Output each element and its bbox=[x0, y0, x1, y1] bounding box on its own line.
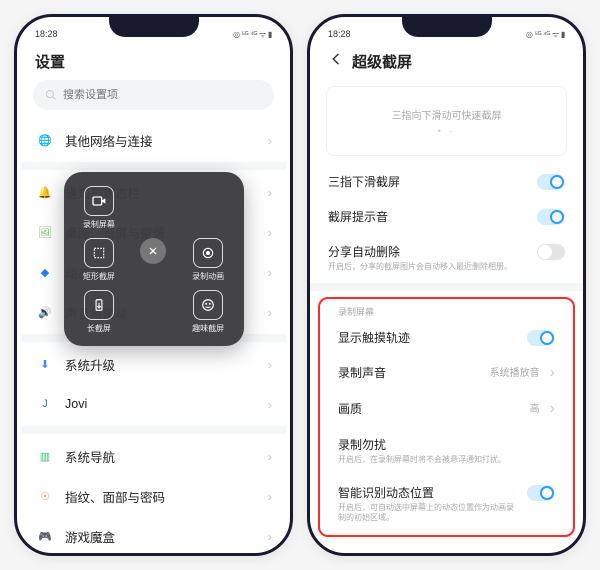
row-label: 三指下滑截屏 bbox=[328, 173, 529, 190]
toggle[interactable] bbox=[527, 485, 555, 501]
row-icon: ◆ bbox=[35, 262, 55, 282]
page-dots: • · bbox=[438, 126, 456, 136]
page-title: 超级截屏 bbox=[352, 51, 412, 72]
row-label: 分享自动删除 bbox=[328, 243, 529, 260]
row-value: 高 bbox=[530, 400, 540, 415]
chevron-right-icon: › bbox=[550, 364, 555, 382]
section-gap bbox=[310, 283, 583, 291]
settings-row-6[interactable]: J Jovi › bbox=[21, 384, 286, 424]
row-icon: 🎮 bbox=[35, 526, 55, 546]
chevron-right-icon: › bbox=[268, 305, 272, 320]
row-icon: 🌐 bbox=[35, 130, 55, 150]
search-input[interactable] bbox=[63, 89, 262, 101]
popup-rect-crop[interactable]: 矩形截屏 bbox=[74, 238, 125, 282]
row-smart_pos[interactable]: 智能识别动态位置开启后，可自动选中屏幕上的动态位置作为动画录制的初始区域。 bbox=[320, 475, 573, 533]
row-label: 录制勿扰 bbox=[338, 436, 555, 453]
group-record: 显示触摸轨迹录制声音系统播放音 › 画质高 › 录制勿扰开启后，在录制屏幕时将不会被悬浮… bbox=[320, 320, 573, 532]
popup-fun-shot[interactable]: 趣味截屏 bbox=[183, 290, 234, 334]
row-value: 系统播放音 bbox=[490, 364, 540, 379]
settings-row-7[interactable]: ▥ 系统导航 › bbox=[21, 436, 286, 476]
row-icon: J bbox=[35, 394, 55, 414]
row-touch_track[interactable]: 显示触摸轨迹 bbox=[320, 320, 573, 355]
notch bbox=[402, 17, 492, 37]
chevron-right-icon: › bbox=[268, 265, 272, 280]
row-icon: ⬇ bbox=[35, 354, 55, 374]
chevron-right-icon: › bbox=[268, 185, 272, 200]
chevron-right-icon: › bbox=[268, 357, 272, 372]
row-sound[interactable]: 截屏提示音 bbox=[310, 199, 583, 234]
row-label: 画质 bbox=[338, 400, 522, 417]
chevron-right-icon: › bbox=[268, 397, 272, 412]
row-desc: 开启后，在录制屏幕时将不会被悬浮通知打扰。 bbox=[338, 455, 555, 465]
search-icon bbox=[45, 89, 57, 101]
section-title: 录制屏幕 bbox=[320, 299, 573, 320]
settings-row-9[interactable]: 🎮 游戏魔盒 › bbox=[21, 516, 286, 553]
gesture-hint-card: 三指向下滑动可快速截屏 • · bbox=[326, 86, 567, 156]
toggle[interactable] bbox=[537, 244, 565, 260]
row-label: 录制声音 bbox=[338, 364, 482, 381]
popup-long-shot[interactable]: 长截屏 bbox=[74, 290, 125, 334]
chevron-right-icon: › bbox=[268, 225, 272, 240]
phone-left: 18:28 ◎ ⁵ᴳ ⁴ᴳ ᯤ ▮ 设置 🌐 其他网络与连接 ›🔔 通知与状态栏… bbox=[14, 14, 293, 556]
chevron-right-icon: › bbox=[268, 133, 272, 148]
row-label: Jovi bbox=[65, 397, 258, 411]
chevron-right-icon: › bbox=[550, 400, 555, 418]
page-header: 超级截屏 bbox=[310, 45, 583, 80]
row-icon: ☉ bbox=[35, 486, 55, 506]
row-desc: 开启后，可自动选中屏幕上的动态位置作为动画录制的初始区域。 bbox=[338, 503, 519, 524]
settings-row-5[interactable]: ⬇ 系统升级 › bbox=[21, 344, 286, 384]
toggle[interactable] bbox=[537, 174, 565, 190]
status-icons: ◎ ⁵ᴳ ⁴ᴳ ᯤ ▮ bbox=[526, 29, 565, 40]
row-share_del[interactable]: 分享自动删除开启后，分享的截屏图片会自动移入最近删除相册。 bbox=[310, 234, 583, 281]
popup-record-anim[interactable]: 录制动画 bbox=[183, 238, 234, 282]
row-audio[interactable]: 录制声音系统播放音 › bbox=[320, 355, 573, 391]
status-icons: ◎ ⁵ᴳ ⁴ᴳ ᯤ ▮ bbox=[233, 29, 272, 40]
row-label: 游戏魔盒 bbox=[65, 527, 258, 546]
hint-text: 三指向下滑动可快速截屏 bbox=[392, 107, 502, 122]
notch bbox=[109, 17, 199, 37]
row-label: 截屏提示音 bbox=[328, 208, 529, 225]
page-header: 设置 bbox=[17, 45, 290, 80]
row-icon: 🔔 bbox=[35, 182, 55, 202]
chevron-right-icon: › bbox=[268, 529, 272, 544]
status-time: 18:28 bbox=[328, 29, 351, 39]
toggle[interactable] bbox=[537, 209, 565, 225]
group-screenshot: 三指下滑截屏截屏提示音分享自动删除开启后，分享的截屏图片会自动移入最近删除相册。 bbox=[310, 164, 583, 281]
row-label: 系统升级 bbox=[65, 355, 258, 374]
search-bar[interactable] bbox=[33, 80, 274, 110]
phone-right: 18:28 ◎ ⁵ᴳ ⁴ᴳ ᯤ ▮ 超级截屏 三指向下滑动可快速截屏 • · 三… bbox=[307, 14, 586, 556]
back-icon[interactable] bbox=[328, 51, 344, 72]
page-title: 设置 bbox=[35, 51, 65, 72]
row-label: 其他网络与连接 bbox=[65, 131, 258, 150]
row-label: 显示触摸轨迹 bbox=[338, 329, 519, 346]
screenshot-popup: 录制屏幕 矩形截屏 录制动画 长截屏 趣味截屏 bbox=[64, 172, 244, 346]
row-three_finger[interactable]: 三指下滑截屏 bbox=[310, 164, 583, 199]
status-time: 18:28 bbox=[35, 29, 58, 39]
popup-close[interactable] bbox=[128, 238, 179, 282]
row-icon: ▥ bbox=[35, 446, 55, 466]
settings-row-8[interactable]: ☉ 指纹、面部与密码 › bbox=[21, 476, 286, 516]
row-desc: 开启后，分享的截屏图片会自动移入最近删除相册。 bbox=[328, 262, 529, 272]
row-label: 系统导航 bbox=[65, 447, 258, 466]
toggle[interactable] bbox=[527, 330, 555, 346]
row-icon: 🖼 bbox=[35, 222, 55, 242]
chevron-right-icon: › bbox=[268, 449, 272, 464]
highlight-record-section: 录制屏幕 显示触摸轨迹录制声音系统播放音 › 画质高 › 录制勿扰开启后，在录制屏幕时将… bbox=[318, 297, 575, 536]
chevron-right-icon: › bbox=[268, 489, 272, 504]
row-label: 指纹、面部与密码 bbox=[65, 487, 258, 506]
row-icon: 🔊 bbox=[35, 302, 55, 322]
row-quality[interactable]: 画质高 › bbox=[320, 391, 573, 427]
popup-record-screen[interactable]: 录制屏幕 bbox=[74, 186, 125, 230]
row-label: 智能识别动态位置 bbox=[338, 484, 519, 501]
row-dnd[interactable]: 录制勿扰开启后，在录制屏幕时将不会被悬浮通知打扰。 bbox=[320, 427, 573, 474]
settings-row-0[interactable]: 🌐 其他网络与连接 › bbox=[21, 120, 286, 160]
